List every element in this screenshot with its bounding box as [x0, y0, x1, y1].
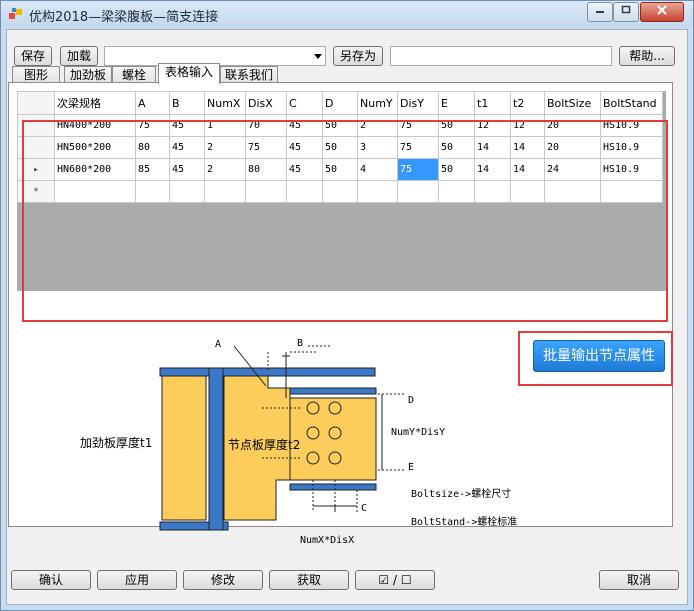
bolt [328, 426, 342, 440]
plate-thickness-label: 节点板厚度t2 [228, 438, 301, 452]
label-b: B [297, 338, 304, 349]
stiffener-thickness-label: 加劲板厚度t1 [80, 436, 153, 450]
label-d: D [408, 395, 415, 406]
bolt [306, 401, 320, 415]
select-all-toggle-button[interactable]: ☑ / ☐ [355, 570, 435, 590]
confirm-button[interactable]: 确认 [11, 570, 91, 590]
secondary-beam-bottom-flange [289, 483, 377, 491]
get-button[interactable]: 获取 [269, 570, 349, 590]
bolt [306, 451, 320, 465]
cancel-button[interactable]: 取消 [599, 570, 679, 590]
boltstand-label: BoltStand->螺栓标准 [411, 517, 518, 528]
label-e: E [408, 462, 415, 473]
bolt [328, 451, 342, 465]
modify-button[interactable]: 修改 [183, 570, 263, 590]
label-c: C [361, 503, 368, 514]
stiffener-plate [161, 375, 207, 521]
boltsize-label: Boltsize->螺栓尺寸 [411, 489, 512, 500]
bolt [328, 401, 342, 415]
secondary-beam-top-flange [289, 387, 377, 395]
connection-diagram [159, 345, 404, 531]
numy-disy-label: NumY*DisY [391, 427, 446, 438]
apply-button[interactable]: 应用 [97, 570, 177, 590]
main-beam-web [208, 367, 224, 531]
tab-table-input[interactable]: 表格输入 [158, 63, 220, 84]
label-a: A [215, 339, 222, 350]
numx-disx-label: NumX*DisX [300, 535, 355, 546]
bolt [306, 426, 320, 440]
